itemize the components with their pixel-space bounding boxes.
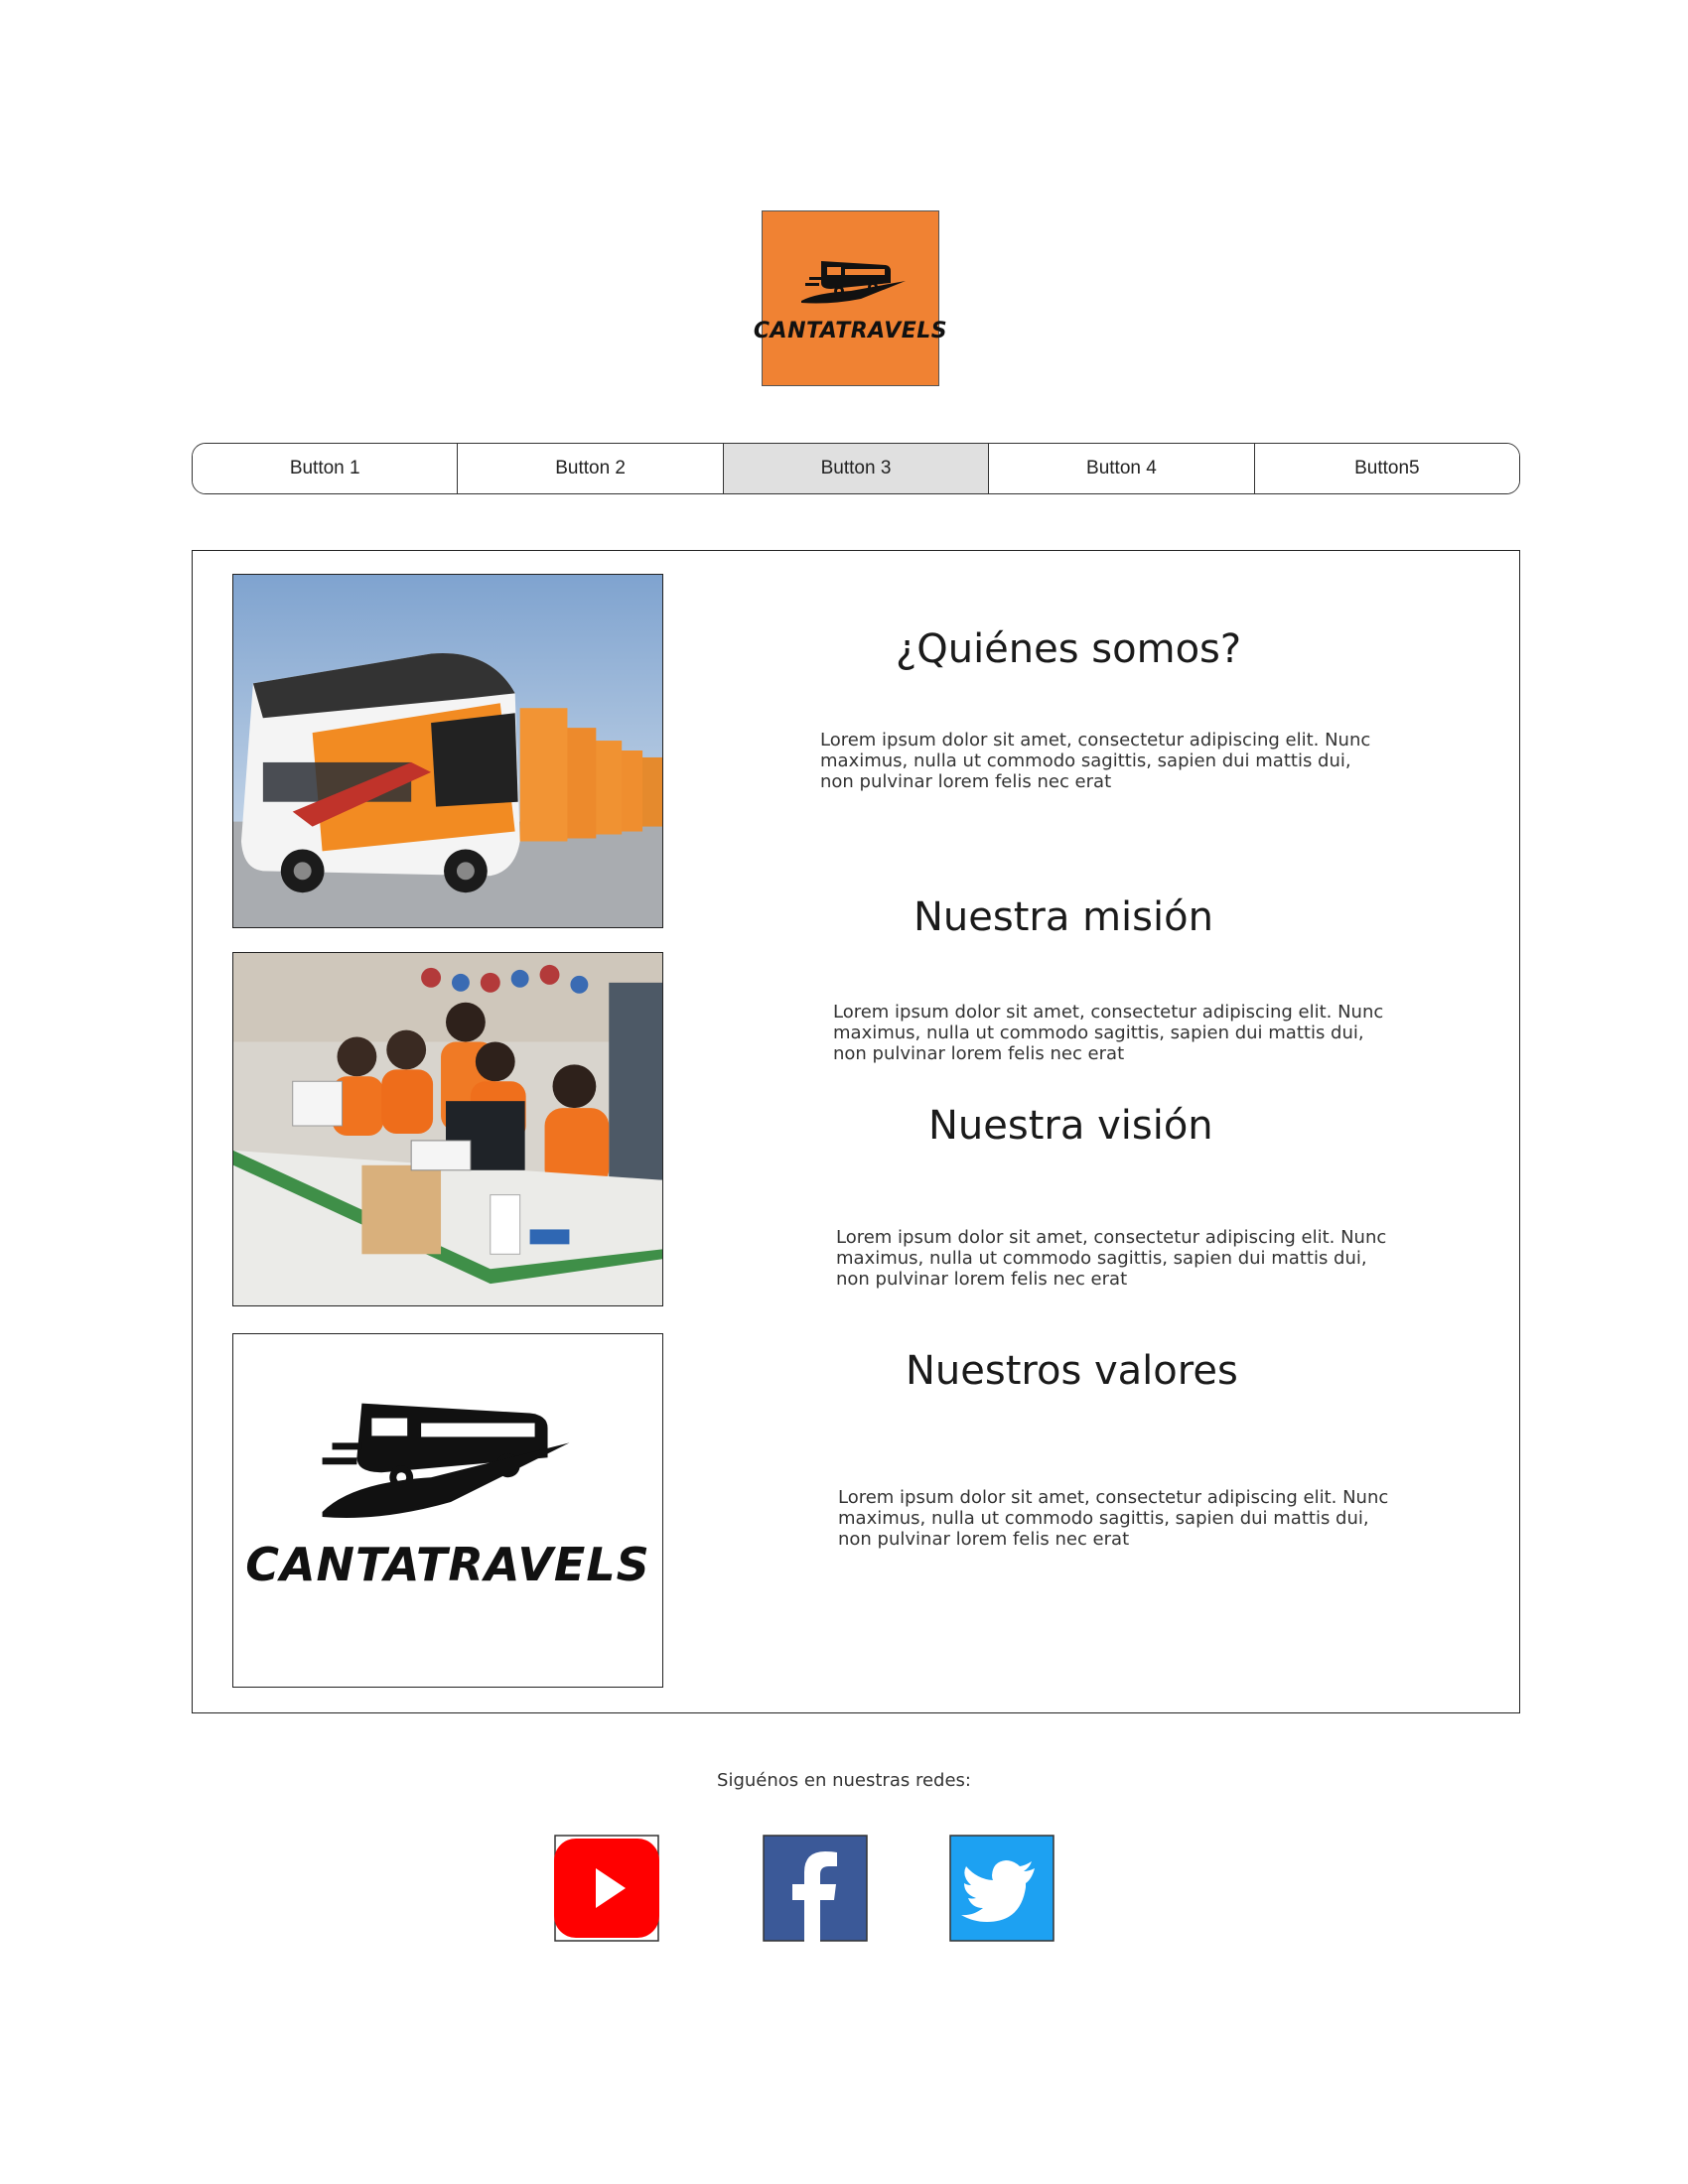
nav-button-3[interactable]: Button 3: [723, 444, 990, 493]
youtube-icon: [554, 1835, 659, 1942]
nav-button-2[interactable]: Button 2: [458, 444, 724, 493]
site-logo[interactable]: CANTATRAVELS: [754, 210, 947, 386]
section-text-mision: Lorem ipsum dolor sit amet, consectetur …: [833, 1002, 1384, 1064]
nav-button-4[interactable]: Button 4: [989, 444, 1255, 493]
main-content: CANTATRAVELS ¿Quiénes somos? Lorem ipsum…: [192, 550, 1520, 1713]
bus-logo-icon: [322, 1403, 570, 1518]
section-text-vision: Lorem ipsum dolor sit amet, consectetur …: [836, 1227, 1387, 1290]
logo-large-image: CANTATRAVELS: [232, 1333, 663, 1688]
section-text-valores: Lorem ipsum dolor sit amet, consectetur …: [838, 1487, 1389, 1550]
nav-bar: Button 1 Button 2 Button 3 Button 4 Butt…: [192, 443, 1520, 494]
logo-large-text: CANTATRAVELS: [245, 1538, 650, 1591]
office-staff-image: [232, 952, 663, 1306]
section-heading-quienes-somos: ¿Quiénes somos?: [896, 626, 1242, 672]
nav-button-1[interactable]: Button 1: [193, 444, 459, 493]
logo-text: CANTATRAVELS: [753, 319, 948, 343]
youtube-link[interactable]: [554, 1835, 659, 1942]
follow-us-text: Siguénos en nuestras redes:: [717, 1770, 971, 1791]
section-heading-valores: Nuestros valores: [906, 1348, 1238, 1394]
section-heading-vision: Nuestra visión: [928, 1103, 1213, 1149]
nav-button-5[interactable]: Button5: [1254, 444, 1519, 493]
facebook-link[interactable]: [763, 1835, 868, 1942]
bus-fleet-image: [232, 574, 663, 928]
twitter-icon: [949, 1835, 1055, 1942]
section-heading-mision: Nuestra misión: [914, 894, 1213, 940]
section-text-quienes-somos: Lorem ipsum dolor sit amet, consectetur …: [820, 730, 1371, 792]
bus-icon: [800, 261, 906, 304]
facebook-icon: [763, 1835, 868, 1942]
twitter-link[interactable]: [949, 1835, 1055, 1942]
